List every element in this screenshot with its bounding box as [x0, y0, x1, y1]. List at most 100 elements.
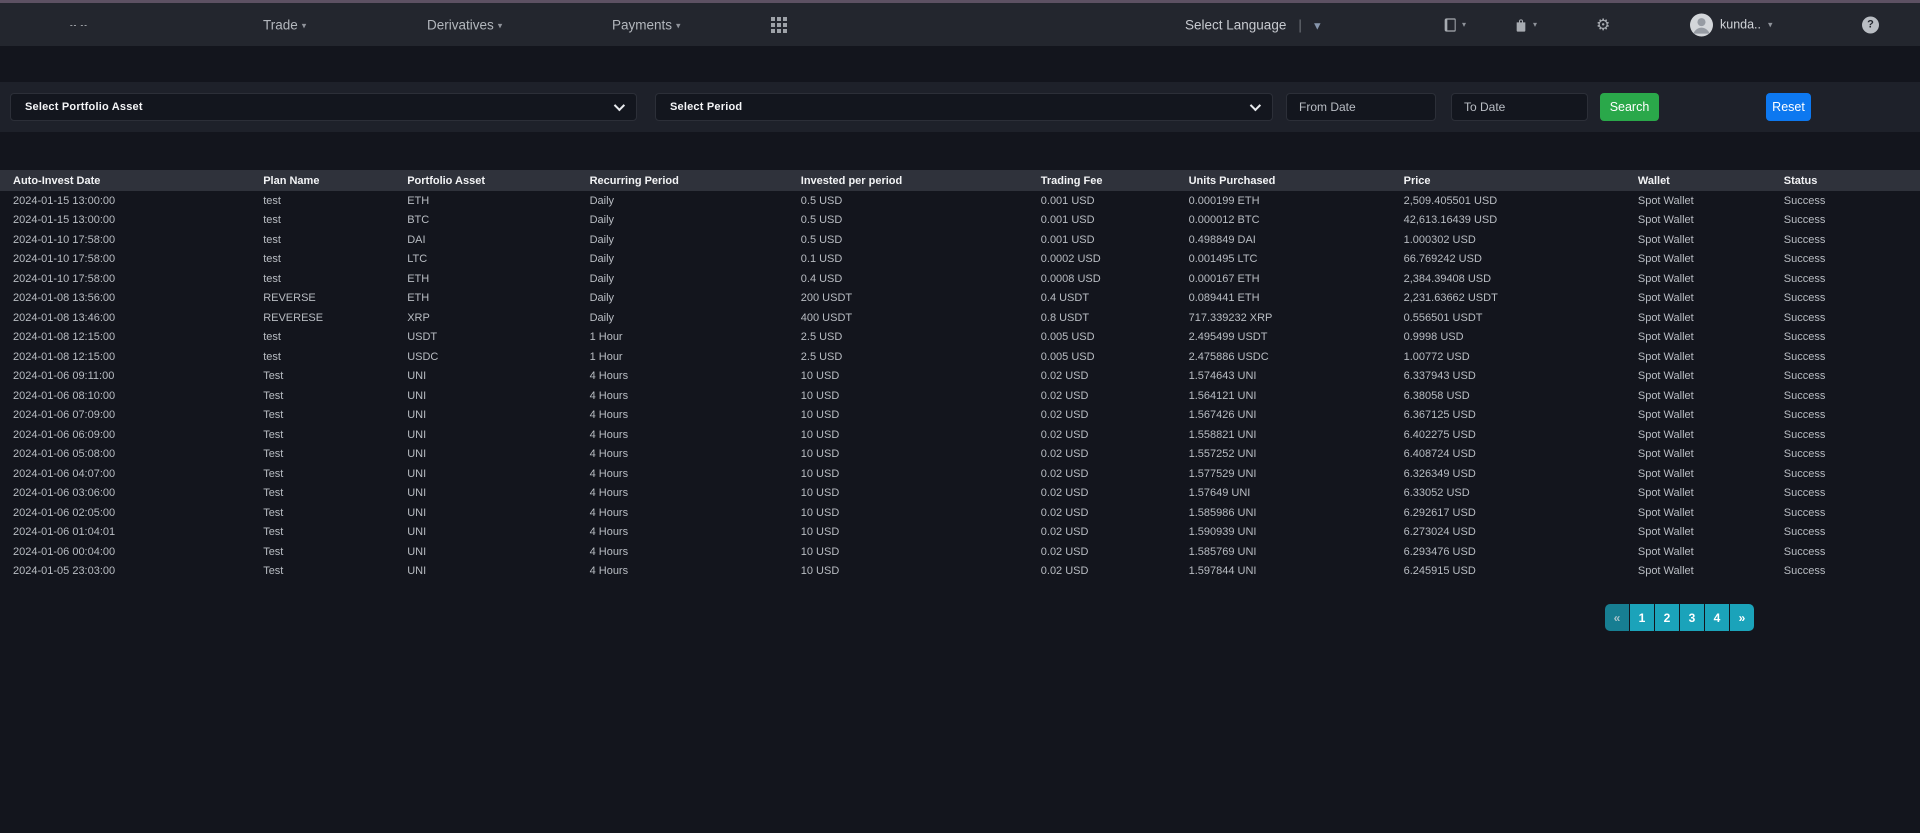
table-cell: Spot Wallet: [1634, 230, 1780, 250]
table-row: 2024-01-06 07:09:00TestUNI4 Hours10 USD0…: [0, 406, 1920, 426]
column-header: Status: [1780, 170, 1920, 191]
table-cell: 10 USD: [797, 464, 1037, 484]
chevron-down-icon: ▾: [676, 20, 681, 30]
table-cell: 0.02 USD: [1037, 445, 1185, 465]
period-select[interactable]: Select Period: [655, 93, 1273, 121]
table-cell: 10 USD: [797, 445, 1037, 465]
table-cell: 2024-01-10 17:58:00: [0, 230, 259, 250]
table-cell: 4 Hours: [586, 523, 797, 543]
table-cell: 1.567426 UNI: [1185, 406, 1400, 426]
table-cell: 0.02 USD: [1037, 542, 1185, 562]
nav-menu-derivatives-label: Derivatives: [427, 17, 494, 32]
table-cell: 2.5 USD: [797, 328, 1037, 348]
user-name: kunda..: [1720, 18, 1761, 32]
table-cell: 4 Hours: [586, 445, 797, 465]
table-cell: Success: [1780, 347, 1920, 367]
table-cell: 0.089441 ETH: [1185, 289, 1400, 309]
table-cell: 2024-01-06 04:07:00: [0, 464, 259, 484]
table-cell: Spot Wallet: [1634, 484, 1780, 504]
pagination-next-button[interactable]: »: [1730, 604, 1754, 631]
table-cell: Success: [1780, 445, 1920, 465]
language-selector[interactable]: Select Language|▼: [1185, 17, 1323, 32]
table-cell: 10 USD: [797, 542, 1037, 562]
period-select-label: Select Period: [670, 101, 742, 113]
language-dropdown-icon: ▼: [1312, 20, 1323, 32]
table-cell: 0.000167 ETH: [1185, 269, 1400, 289]
table-cell: UNI: [403, 367, 585, 387]
table-cell: 2024-01-06 08:10:00: [0, 386, 259, 406]
portfolio-asset-select[interactable]: Select Portfolio Asset: [10, 93, 637, 121]
table-row: 2024-01-08 13:46:00REVERESEXRPDaily400 U…: [0, 308, 1920, 328]
table-cell: 0.02 USD: [1037, 484, 1185, 504]
table-cell: 1.00772 USD: [1400, 347, 1634, 367]
pagination-page-1[interactable]: 1: [1630, 604, 1654, 631]
table-cell: Success: [1780, 250, 1920, 270]
table-cell: 0.0008 USD: [1037, 269, 1185, 289]
table-cell: 200 USDT: [797, 289, 1037, 309]
apps-grid-icon[interactable]: [771, 17, 787, 33]
to-date-input[interactable]: [1451, 93, 1588, 121]
nav-menu-derivatives[interactable]: Derivatives ▾: [427, 17, 502, 32]
table-cell: 2024-01-08 12:15:00: [0, 328, 259, 348]
table-cell: Test: [259, 484, 403, 504]
table-cell: 4 Hours: [586, 464, 797, 484]
table-cell: Success: [1780, 308, 1920, 328]
table-row: 2024-01-15 13:00:00testETHDaily0.5 USD0.…: [0, 191, 1920, 211]
table-cell: test: [259, 328, 403, 348]
table-cell: 6.292617 USD: [1400, 503, 1634, 523]
pagination-page-4[interactable]: 4: [1705, 604, 1729, 631]
table-cell: 6.408724 USD: [1400, 445, 1634, 465]
chevron-down-icon: ▾: [498, 20, 503, 30]
pagination-page-3[interactable]: 3: [1680, 604, 1704, 631]
table-cell: Test: [259, 445, 403, 465]
help-icon[interactable]: ?: [1862, 16, 1879, 33]
nav-menu-payments[interactable]: Payments▾: [612, 17, 681, 32]
wallet-dropdown[interactable]: ▾: [1513, 17, 1537, 33]
table-cell: Spot Wallet: [1634, 425, 1780, 445]
table-cell: Test: [259, 562, 403, 582]
from-date-input[interactable]: [1286, 93, 1436, 121]
table-cell: 6.293476 USD: [1400, 542, 1634, 562]
pagination: «1234»: [1605, 604, 1754, 631]
table-cell: 42,613.16439 USD: [1400, 211, 1634, 231]
table-row: 2024-01-06 09:11:00TestUNI4 Hours10 USD0…: [0, 367, 1920, 387]
table-row: 2024-01-06 03:06:00TestUNI4 Hours10 USD0…: [0, 484, 1920, 504]
table-cell: Daily: [586, 289, 797, 309]
table-cell: 1.000302 USD: [1400, 230, 1634, 250]
table-cell: Daily: [586, 250, 797, 270]
table-cell: Spot Wallet: [1634, 269, 1780, 289]
table-cell: Success: [1780, 562, 1920, 582]
table-cell: UNI: [403, 523, 585, 543]
table-cell: 1.585986 UNI: [1185, 503, 1400, 523]
table-cell: 2,231.63662 USDT: [1400, 289, 1634, 309]
chevron-down-icon: [614, 100, 625, 111]
table-row: 2024-01-15 13:00:00testBTCDaily0.5 USD0.…: [0, 211, 1920, 231]
user-menu[interactable]: kunda.. ▾: [1690, 13, 1773, 36]
pagination-prev-button[interactable]: «: [1605, 604, 1629, 631]
table-cell: 10 USD: [797, 484, 1037, 504]
column-header: Invested per period: [797, 170, 1037, 191]
table-cell: 6.273024 USD: [1400, 523, 1634, 543]
orders-dropdown[interactable]: ▾: [1442, 17, 1466, 33]
table-cell: 4 Hours: [586, 484, 797, 504]
table-cell: Test: [259, 367, 403, 387]
settings-gear-icon[interactable]: ⚙: [1596, 15, 1610, 35]
table-cell: 0.1 USD: [797, 250, 1037, 270]
table-cell: 6.326349 USD: [1400, 464, 1634, 484]
nav-menu-trade[interactable]: Trade▾: [263, 17, 306, 32]
table-cell: UNI: [403, 464, 585, 484]
table-cell: 1.574643 UNI: [1185, 367, 1400, 387]
pagination-page-2[interactable]: 2: [1655, 604, 1679, 631]
table-header-row: Auto-Invest DatePlan NamePortfolio Asset…: [0, 170, 1920, 191]
table-cell: UNI: [403, 425, 585, 445]
table-cell: 2024-01-06 06:09:00: [0, 425, 259, 445]
reset-button[interactable]: Reset: [1766, 93, 1811, 121]
table-row: 2024-01-05 23:03:00TestUNI4 Hours10 USD0…: [0, 562, 1920, 582]
search-button[interactable]: Search: [1600, 93, 1659, 121]
column-header: Trading Fee: [1037, 170, 1185, 191]
table-cell: Spot Wallet: [1634, 367, 1780, 387]
column-header: Recurring Period: [586, 170, 797, 191]
table-cell: 10 USD: [797, 367, 1037, 387]
table-cell: 1.577529 UNI: [1185, 464, 1400, 484]
table-cell: 2024-01-08 12:15:00: [0, 347, 259, 367]
